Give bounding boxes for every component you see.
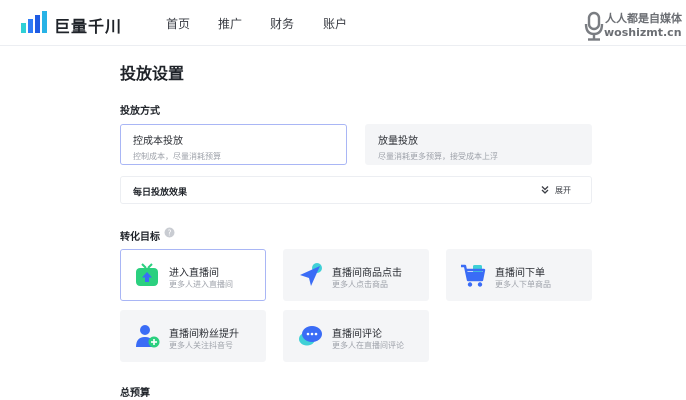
goal-option-enter-live[interactable]: 进入直播间 更多人进入直播间 xyxy=(120,249,266,301)
goal-option-desc: 更多人在直播间评论 xyxy=(332,341,404,350)
mode-option-cost-control[interactable]: 控成本投放 控制成本，尽量消耗预算 xyxy=(120,124,347,165)
user-add-icon xyxy=(136,325,160,348)
page-title: 投放设置 xyxy=(120,64,185,83)
logo[interactable]: 巨量千川 xyxy=(20,11,124,36)
daily-effect-label: 每日投放效果 xyxy=(133,188,188,198)
double-chevron-down-icon xyxy=(541,186,549,194)
goal-option-product-click[interactable]: 直播间商品点击 更多人点击商品 xyxy=(283,249,429,301)
conversion-goal-title: 转化目标 xyxy=(120,232,160,243)
goal-option-title: 直播间粉丝提升 xyxy=(169,329,239,340)
goal-option-title: 进入直播间 xyxy=(169,268,219,279)
logo-text: 巨量千川 xyxy=(54,17,123,36)
goal-option-title: 直播间评论 xyxy=(332,329,382,340)
svg-text:?: ? xyxy=(168,228,172,237)
question-circle-icon[interactable]: ? xyxy=(164,227,175,238)
shopping-cart-icon xyxy=(461,264,486,287)
mode-option-desc: 控制成本，尽量消耗预算 xyxy=(133,152,221,161)
watermark-line2: woshizmt.cn xyxy=(604,26,682,39)
goal-option-desc: 更多人关注抖音号 xyxy=(169,341,233,350)
logo-bars-icon xyxy=(21,11,47,33)
delivery-mode-title: 投放方式 xyxy=(120,106,160,117)
tv-enter-icon xyxy=(136,263,158,286)
top-header: 巨量千川 首页 推广 财务 账户 人人都是自媒体 woshizmt.cn xyxy=(0,0,686,46)
nav-finance[interactable]: 财务 xyxy=(270,15,294,32)
cursor-click-icon xyxy=(300,263,322,286)
mode-option-volume[interactable]: 放量投放 尽量消耗更多预算，接受成本上浮 xyxy=(365,124,592,165)
chat-bubble-icon xyxy=(299,326,322,346)
goal-option-comments[interactable]: 直播间评论 更多人在直播间评论 xyxy=(283,310,429,362)
goal-option-order[interactable]: 直播间下单 更多人下单商品 xyxy=(446,249,592,301)
mode-option-title: 控成本投放 xyxy=(133,136,183,147)
watermark-line1: 人人都是自媒体 xyxy=(605,12,682,25)
total-budget-title: 总预算 xyxy=(120,388,150,399)
goal-option-title: 直播间商品点击 xyxy=(332,268,402,279)
goal-option-desc: 更多人点击商品 xyxy=(332,280,388,289)
watermark: 人人都是自媒体 woshizmt.cn xyxy=(583,9,683,43)
mode-option-desc: 尽量消耗更多预算，接受成本上浮 xyxy=(378,152,498,161)
mode-option-title: 放量投放 xyxy=(378,136,418,147)
nav-promotion[interactable]: 推广 xyxy=(218,15,242,32)
goal-option-title: 直播间下单 xyxy=(495,268,545,279)
microphone-icon xyxy=(584,11,604,41)
goal-option-desc: 更多人下单商品 xyxy=(495,280,551,289)
goal-option-desc: 更多人进入直播间 xyxy=(169,280,233,289)
nav-home[interactable]: 首页 xyxy=(166,15,190,32)
goal-option-followers[interactable]: 直播间粉丝提升 更多人关注抖音号 xyxy=(120,310,266,362)
daily-effect-row[interactable]: 每日投放效果 展开 xyxy=(120,176,592,204)
expand-button[interactable]: 展开 xyxy=(555,185,571,196)
nav-account[interactable]: 账户 xyxy=(323,15,347,32)
